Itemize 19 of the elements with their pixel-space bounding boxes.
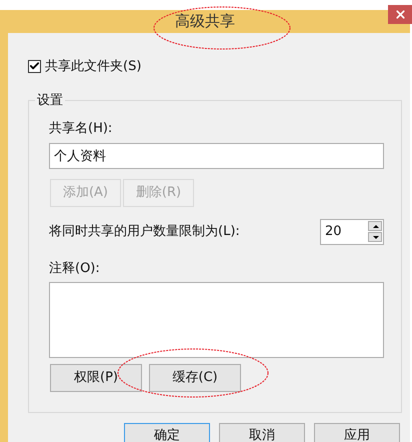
dialog-button[interactable]: 取消 <box>219 423 305 442</box>
limit-label: 将同时共享的用户数量限制为(L): <box>49 222 240 241</box>
share-checkbox[interactable] <box>28 60 41 73</box>
share-name-field[interactable]: 个人资料 <box>49 142 384 168</box>
comment-field[interactable] <box>49 282 384 358</box>
field-label: 注释(O): <box>49 260 101 278</box>
user-limit-spinbox[interactable]: 20 <box>320 218 384 244</box>
close-button[interactable] <box>388 5 412 24</box>
dialog-button[interactable]: 缓存(C) <box>149 364 241 392</box>
dialog-button[interactable]: 确定 <box>124 423 210 442</box>
dialog-button[interactable]: 权限(P) <box>50 364 142 392</box>
dialog-button[interactable]: 应用 <box>314 423 400 442</box>
close-icon <box>394 8 406 21</box>
spin-down-icon[interactable] <box>368 232 382 242</box>
field-label: 共享名(H): <box>49 120 114 138</box>
spin-up-icon[interactable] <box>368 221 382 231</box>
checkbox-label: 共享此文件夹(S) <box>45 58 142 76</box>
window-title: 高级共享 <box>175 11 235 32</box>
limit-value: 20 <box>324 222 343 241</box>
